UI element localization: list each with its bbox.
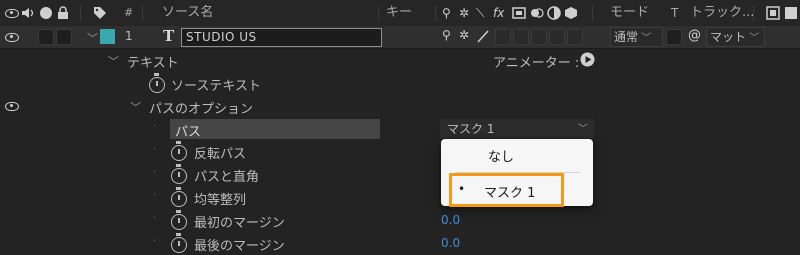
panel-menu-icon[interactable] [784,6,798,20]
layer-visibility-icon[interactable] [5,33,19,42]
frame-blending-icon[interactable] [512,6,526,20]
layer-name-field[interactable]: STUDIO US [181,28,382,47]
layer-number-header: # [124,6,134,19]
menu-item-none[interactable]: なし [488,146,514,165]
solo-switch[interactable] [38,29,54,45]
shy-icon[interactable]: ⚲ [442,0,451,26]
reverse-path-label: 反転パス [194,147,247,162]
last-margin-value[interactable]: 0.0 [441,236,460,250]
path-options-chevron-icon[interactable]: ﹀ [130,99,141,115]
last-margin-stopwatch-icon[interactable] [171,233,187,253]
track-matte-value: マット [710,30,747,44]
source-text-stopwatch-icon[interactable] [149,73,165,93]
motion-blur-icon[interactable] [530,6,544,20]
callout-highlight-box [449,173,564,207]
effect-switch[interactable] [495,29,511,45]
keys-header: キー [386,5,413,20]
tree-bullet: · [153,236,157,247]
header-divider [378,5,379,21]
path-options-label: パスのオプション [149,102,254,117]
tree-bullet: · [153,213,157,224]
video-visibility-icon[interactable] [5,9,19,18]
text-layer-type-icon: T [163,27,175,45]
blend-mode-dropdown[interactable]: 通常 ﹀ [610,27,663,47]
path-label: パス [175,125,202,140]
preserve-transparency-header: T [671,6,679,20]
tree-bullet: · [153,121,157,132]
path-select-chevron-icon: ﹀ [578,124,588,135]
3d-switch[interactable] [567,29,583,45]
quality-icon[interactable]: ⟍ [476,0,484,26]
source-name-header[interactable]: ソース名 [162,0,213,26]
perpendicular-label: パスと直角 [194,170,260,185]
shy-switch-icon[interactable]: ⚲ [442,28,451,42]
collapse-transform-icon[interactable]: ✲ [459,0,469,26]
perpendicular-stopwatch-icon[interactable] [171,164,187,184]
lock-icon[interactable] [56,6,70,20]
first-margin-value[interactable]: 0.0 [441,213,460,227]
header-divider [592,5,593,21]
blend-mode-value: 通常 [614,30,639,44]
header-divider [435,5,436,21]
path-row-highlight [170,119,380,139]
solo-icon[interactable] [39,6,53,20]
header-divider [753,5,754,21]
tree-bullet: · [153,167,157,178]
label-tag-icon[interactable] [93,6,107,20]
label-color-swatch[interactable] [100,29,115,44]
track-matte-pickwhip-icon[interactable]: @ [688,28,701,43]
animator-play-icon[interactable] [580,52,595,67]
force-align-stopwatch-icon[interactable] [171,187,187,207]
adjustment-layer-icon[interactable] [547,6,561,20]
force-align-label: 均等整列 [194,193,247,208]
continuous-raster-icon[interactable]: ✲ [459,28,469,42]
first-margin-stopwatch-icon[interactable] [171,210,187,230]
path-select[interactable]: マスク 1 ﹀ [440,119,594,138]
parent-panel-icon[interactable] [766,6,780,20]
layer-expand-chevron-icon[interactable]: ﹀ [87,30,98,46]
motion-blur-switch[interactable] [531,29,547,45]
3d-layer-icon[interactable] [564,6,578,20]
mode-header: モード [610,5,650,20]
text-group-label: テキスト [127,56,179,71]
audio-icon[interactable] [21,6,35,20]
frame-blend-switch[interactable] [513,29,529,45]
fx-icon[interactable]: fx [493,0,504,26]
first-margin-label: 最初のマージン [194,216,285,231]
adjustment-switch[interactable] [549,29,565,45]
layer-number: 1 [125,29,133,43]
path-options-visibility-icon[interactable] [5,102,19,111]
reverse-path-stopwatch-icon[interactable] [171,141,187,161]
source-text-label: ソーステキスト [171,79,261,94]
tree-bullet: · [153,190,157,201]
header-divider [142,5,143,21]
track-matte-header: トラック... [690,5,755,20]
path-select-value: マスク 1 [447,122,495,136]
track-matte-dropdown[interactable]: マット ﹀ [706,27,765,47]
preserve-transparency-checkbox[interactable] [666,29,682,45]
header-divider [80,5,81,21]
tree-bullet: · [153,144,157,155]
quality-switch-icon[interactable] [476,29,490,43]
animator-label: アニメーター : [493,56,580,71]
lock-switch[interactable] [56,29,72,45]
last-margin-label: 最後のマージン [194,239,285,254]
text-group-chevron-icon[interactable]: ﹀ [108,53,119,69]
